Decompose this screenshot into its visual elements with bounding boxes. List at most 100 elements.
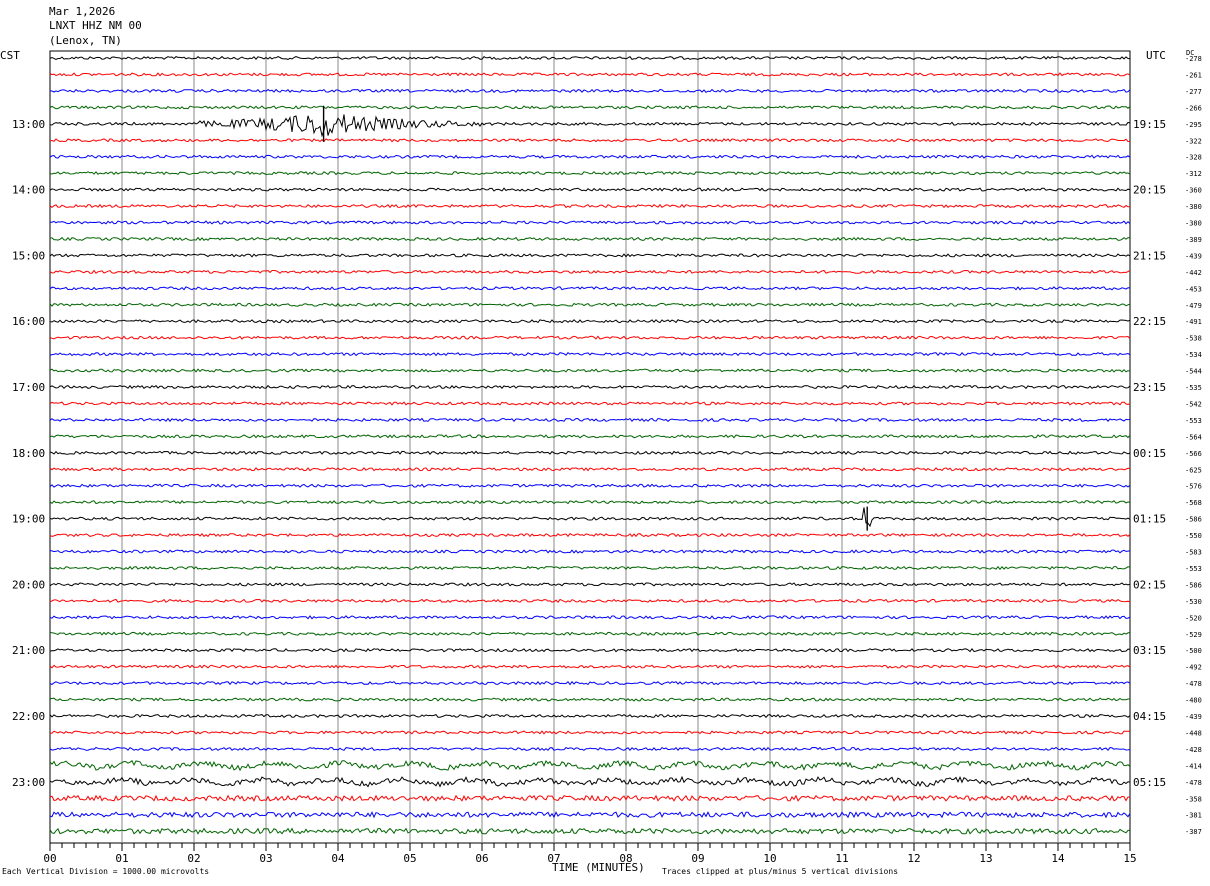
trace-row-7 xyxy=(49,171,1131,176)
right-hour-label: 03:15 xyxy=(1133,644,1166,657)
trace-row-46 xyxy=(49,811,1131,819)
trace-row-6 xyxy=(49,154,1131,159)
dc-offset-label: -553 xyxy=(1185,565,1202,573)
dc-offset-label: -439 xyxy=(1185,713,1202,721)
dc-offset-label: -278 xyxy=(1185,55,1202,63)
dc-offset-label: -534 xyxy=(1185,351,1202,359)
dc-offset-label: -478 xyxy=(1185,779,1202,787)
trace-row-44 xyxy=(49,775,1131,788)
trace-row-9 xyxy=(49,203,1130,209)
left-hour-label: 19:00 xyxy=(12,513,45,526)
dc-offset-label: -576 xyxy=(1185,483,1202,491)
x-tick-label: 12 xyxy=(907,852,920,865)
x-tick-label: 11 xyxy=(835,852,848,865)
trace-row-13 xyxy=(49,269,1131,274)
dc-offset-label: -387 xyxy=(1185,828,1202,836)
trace-row-10 xyxy=(49,220,1131,225)
dc-offset-label: -492 xyxy=(1185,664,1202,672)
dc-offset-label: -448 xyxy=(1185,729,1202,737)
trace-row-36 xyxy=(49,647,1131,653)
trace-row-43 xyxy=(49,760,1131,772)
right-hour-label: 21:15 xyxy=(1133,249,1166,262)
clip-note: Traces clipped at plus/minus 5 vertical … xyxy=(662,867,899,876)
trace-row-33 xyxy=(49,598,1131,603)
left-hour-label: 22:00 xyxy=(12,710,45,723)
trace-row-27 xyxy=(49,500,1131,505)
right-hour-label: 20:15 xyxy=(1133,184,1166,197)
trace-row-3 xyxy=(49,105,1131,110)
trace-row-40 xyxy=(49,713,1131,719)
left-hour-label: 23:00 xyxy=(12,776,45,789)
trace-row-25 xyxy=(49,467,1131,472)
right-hour-label: 01:15 xyxy=(1133,513,1166,526)
trace-row-4 xyxy=(49,114,1131,138)
left-hour-label: 18:00 xyxy=(12,447,45,460)
dc-offset-label: -439 xyxy=(1185,252,1202,260)
left-hour-label: 21:00 xyxy=(12,644,45,657)
trace-row-2 xyxy=(49,88,1131,94)
trace-row-14 xyxy=(49,286,1131,291)
left-hour-label: 17:00 xyxy=(12,381,45,394)
dc-offset-label: -491 xyxy=(1185,318,1202,326)
trace-row-47 xyxy=(49,827,1131,835)
dc-offset-label: -568 xyxy=(1185,499,1202,507)
trace-row-42 xyxy=(49,746,1131,751)
dc-offset-label: -542 xyxy=(1185,400,1202,408)
trace-row-12 xyxy=(49,253,1131,258)
dc-offset-label: -381 xyxy=(1185,812,1202,820)
seismogram-plot: 13:00 19:15 14:00 20:15 15:00 21:15 16:00 22:15… xyxy=(12,50,1202,865)
trace-row-24 xyxy=(49,450,1131,456)
x-tick-label: 02 xyxy=(187,852,200,865)
dc-offset-label: -380 xyxy=(1185,220,1202,228)
trace-row-22 xyxy=(49,417,1131,423)
dc-offset-label: -586 xyxy=(1185,581,1202,589)
x-axis-title: TIME (MINUTES) xyxy=(552,861,645,874)
trace-row-11 xyxy=(49,236,1131,242)
trace-row-23 xyxy=(49,434,1131,439)
dc-offset-label: -261 xyxy=(1185,71,1202,79)
trace-row-31 xyxy=(49,565,1131,571)
x-tick-label: 13 xyxy=(979,852,992,865)
trace-row-37 xyxy=(49,664,1131,669)
scale-note: Each Vertical Division = 1000.00 microvo… xyxy=(2,867,210,876)
trace-row-39 xyxy=(49,697,1130,702)
x-tick-label: 03 xyxy=(259,852,272,865)
right-hour-label: 23:15 xyxy=(1133,381,1166,394)
left-hour-label: 16:00 xyxy=(12,315,45,328)
x-tick-label: 09 xyxy=(691,852,704,865)
dc-offset-label: -625 xyxy=(1185,466,1202,474)
dc-offset-label: -322 xyxy=(1185,137,1202,145)
right-hour-label: 00:15 xyxy=(1133,447,1166,460)
right-hour-label: 05:15 xyxy=(1133,776,1166,789)
trace-row-1 xyxy=(49,72,1131,77)
trace-row-0 xyxy=(49,55,1131,61)
dc-offset-label: -414 xyxy=(1185,762,1202,770)
dc-offset-label: -564 xyxy=(1185,433,1202,441)
left-hour-label: 13:00 xyxy=(12,118,45,131)
dc-offset-label: -453 xyxy=(1185,285,1202,293)
trace-row-20 xyxy=(49,384,1131,390)
dc-offset-label: -266 xyxy=(1185,104,1202,112)
trace-row-45 xyxy=(49,794,1131,802)
trace-row-30 xyxy=(49,549,1131,554)
dc-offset-label: -553 xyxy=(1185,417,1202,425)
left-hour-label: 15:00 xyxy=(12,249,45,262)
dc-offset-label: -544 xyxy=(1185,368,1202,376)
trace-row-19 xyxy=(49,368,1131,373)
dc-offset-label: -500 xyxy=(1185,647,1202,655)
x-tick-label: 06 xyxy=(475,852,488,865)
trace-row-32 xyxy=(49,582,1131,587)
dc-offset-label: -328 xyxy=(1185,154,1202,162)
dc-offset-label: -550 xyxy=(1185,532,1202,540)
dc-offset-label: -295 xyxy=(1185,121,1202,129)
right-hour-label: 04:15 xyxy=(1133,710,1166,723)
dc-offset-label: -442 xyxy=(1185,269,1202,277)
dc-offset-label: -480 xyxy=(1185,697,1202,705)
x-tick-label: 14 xyxy=(1051,852,1065,865)
trace-row-21 xyxy=(49,401,1131,406)
dc-offset-label: -529 xyxy=(1185,631,1202,639)
dc-offset-label: -358 xyxy=(1185,795,1202,803)
dc-offset-label: -277 xyxy=(1185,88,1202,96)
x-tick-label: 00 xyxy=(43,852,56,865)
dc-offset-label: -535 xyxy=(1185,384,1202,392)
